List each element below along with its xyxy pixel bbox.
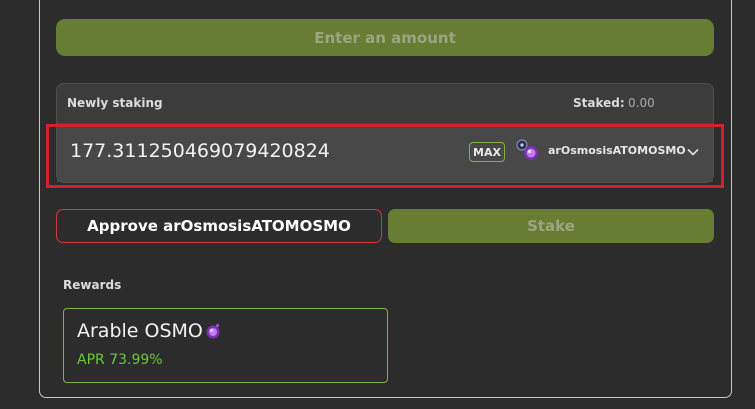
reward-name: Arable OSMO <box>77 320 203 342</box>
chevron-down-icon[interactable] <box>686 144 700 158</box>
newly-staking-label: Newly staking <box>67 96 163 110</box>
enter-amount-button[interactable]: Enter an amount <box>56 19 714 56</box>
atom-osmo-token-icon <box>514 138 544 164</box>
max-button[interactable]: MAX <box>469 142 505 162</box>
rewards-label: Rewards <box>63 278 122 292</box>
amount-input[interactable] <box>70 137 450 165</box>
osmo-token-icon <box>204 322 222 340</box>
stake-button[interactable]: Stake <box>388 209 714 243</box>
approve-button[interactable]: Approve arOsmosisATOMOSMO <box>56 209 382 243</box>
token-name[interactable]: arOsmosisATOMOSMO <box>548 144 686 157</box>
staked-value: 0.00 <box>628 96 655 110</box>
staked-label: Staked: <box>573 96 625 110</box>
apr-value: APR 73.99% <box>77 352 163 368</box>
